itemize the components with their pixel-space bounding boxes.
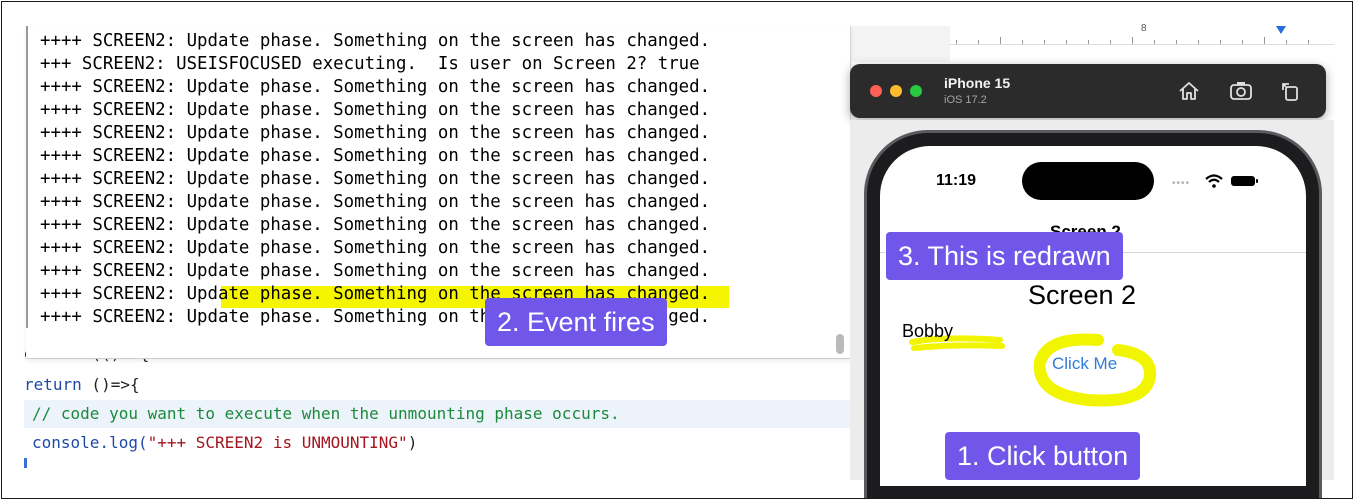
log-line: ++++ SCREEN2: Update phase. Something on… — [40, 77, 711, 97]
cellular-signal-icon: •••• — [1172, 178, 1191, 189]
log-line: ++++ SCREEN2: Update phase. Something on… — [40, 31, 711, 51]
code-line-comment: // code you want to execute when the unm… — [32, 404, 620, 423]
log-line: +++ SCREEN2: USEISFOCUSED executing. Is … — [40, 54, 700, 74]
log-line: ++++ SCREEN2: Update phase. Something on… — [40, 238, 711, 258]
wifi-icon — [1205, 174, 1223, 188]
dynamic-island — [1022, 162, 1154, 200]
ruler-tab-marker[interactable] — [1276, 26, 1286, 34]
log-line-highlighted: ++++ SCREEN2: Update phase. Something on… — [40, 261, 711, 281]
code-editor: eEffect(()=>{ return ()=>{ // code you w… — [24, 342, 864, 472]
code-line-console-log: console.log("+++ SCREEN2 is UNMOUNTING") — [32, 433, 418, 452]
screenshot-frame: eEffect(()=>{ return ()=>{ // code you w… — [1, 1, 1353, 499]
screen-heading: Screen 2 — [1028, 280, 1137, 310]
log-line: ++++ SCREEN2: Update phase. Something on… — [40, 100, 711, 120]
name-label: Bobby — [902, 321, 954, 341]
status-time: 11:19 — [936, 172, 977, 189]
home-icon[interactable] — [1176, 78, 1202, 104]
callout-step-3: 3. This is redrawn — [886, 232, 1123, 280]
minimize-window-button[interactable] — [890, 85, 902, 97]
gutter-marker — [24, 458, 27, 468]
log-line: ++++ SCREEN2: Update phase. Something on… — [40, 215, 711, 235]
callout-step-1: 1. Click button — [945, 432, 1141, 480]
ruler-tick-label: 8 — [1141, 23, 1147, 34]
log-line: ++++ SCREEN2: Update phase. Something on… — [40, 123, 711, 143]
log-line: ++++ SCREEN2: Update phase. Something on… — [40, 169, 711, 189]
log-line: ++++ SCREEN2: Update phase. Something on… — [40, 192, 711, 212]
console-scrollbar[interactable] — [836, 334, 844, 354]
code-line-2: return ()=>{ — [24, 375, 140, 394]
zoom-window-button[interactable] — [910, 85, 922, 97]
os-version: iOS 17.2 — [944, 94, 987, 106]
callout-step-2: 2. Event fires — [485, 298, 667, 346]
log-line: ++++ SCREEN2: Update phase. Something on… — [40, 146, 711, 166]
console-output-panel[interactable]: ++++ SCREEN2: Update phase. Something on… — [26, 26, 851, 359]
close-window-button[interactable] — [870, 85, 882, 97]
battery-icon — [1231, 176, 1258, 186]
console-left-rule — [26, 26, 28, 328]
rotate-icon[interactable] — [1278, 78, 1304, 104]
click-me-button[interactable]: Click Me — [1052, 354, 1117, 374]
device-name: iPhone 15 — [944, 75, 1011, 91]
window-side-strip — [850, 26, 950, 62]
simulator-toolbar: iPhone 15 iOS 17.2 — [850, 64, 1326, 118]
screenshot-icon[interactable] — [1228, 78, 1254, 104]
